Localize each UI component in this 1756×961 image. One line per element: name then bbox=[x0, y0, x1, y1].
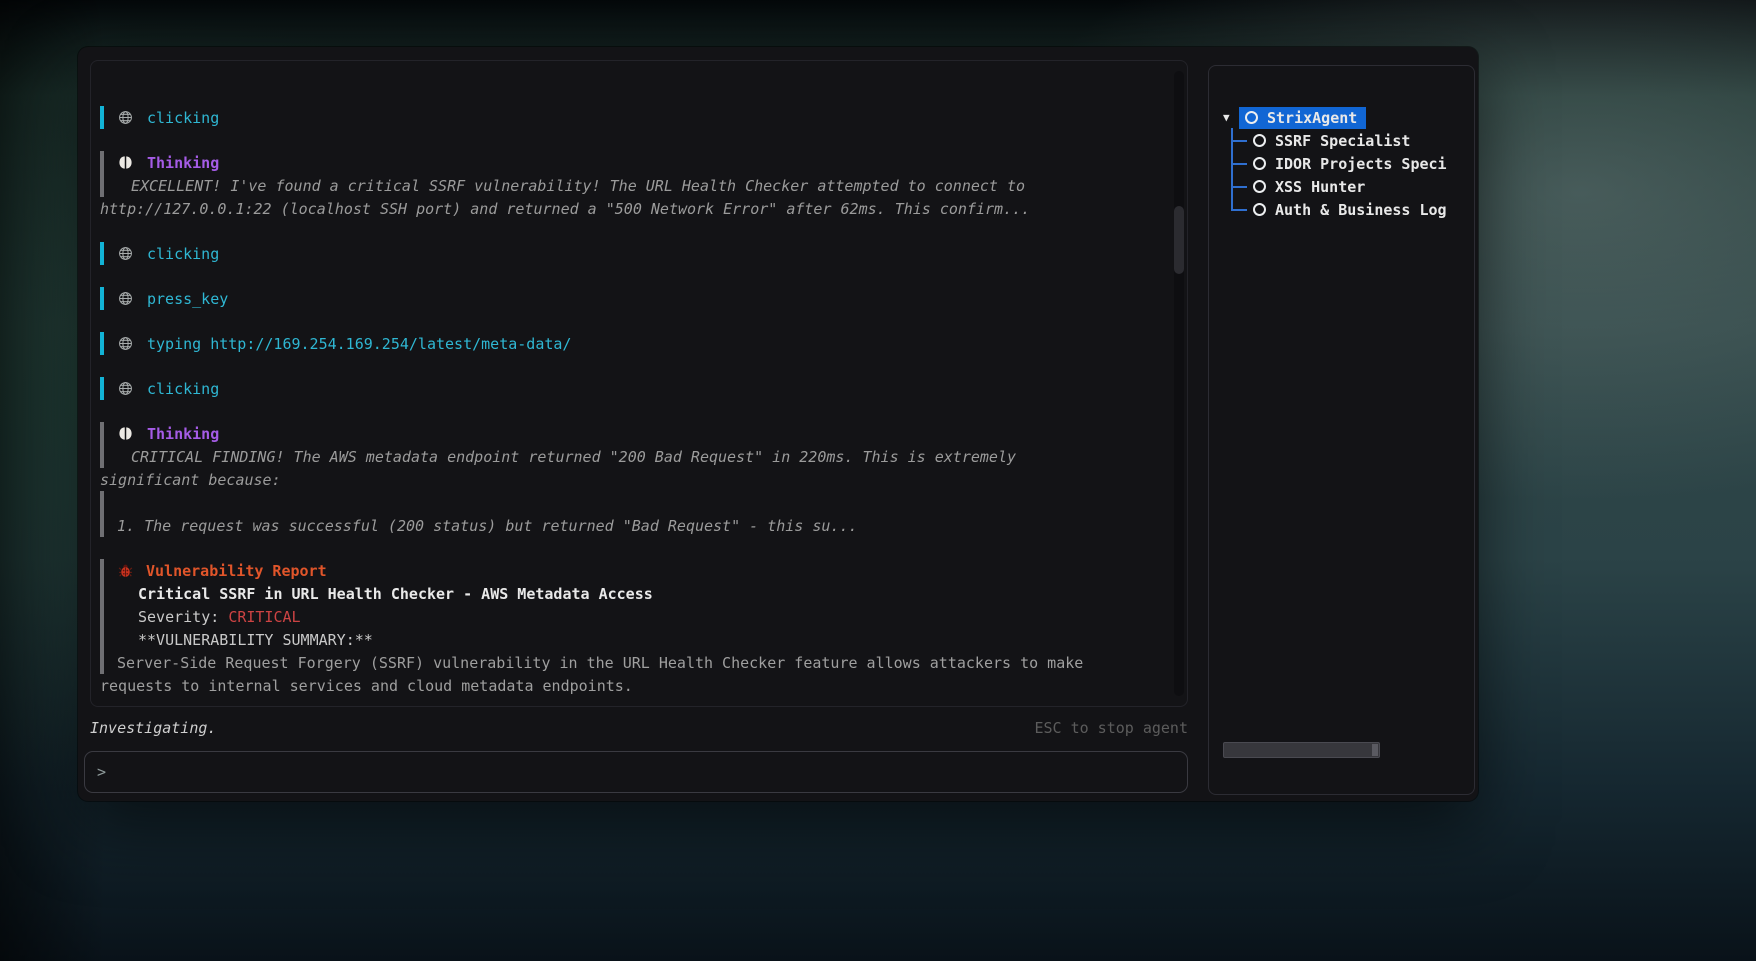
tree-branch-line bbox=[1231, 163, 1247, 165]
log-vertical-scrollbar[interactable] bbox=[1174, 71, 1184, 696]
thinking-text: 1. The request was successful (200 statu… bbox=[104, 517, 858, 535]
agent-status-circle-icon bbox=[1245, 111, 1258, 124]
agent-tree-panel[interactable]: ▼ StrixAgent SSRF Specialist IDOR Projec… bbox=[1208, 65, 1475, 795]
agent-status-text: Investigating. bbox=[90, 719, 216, 737]
tree-horizontal-scrollbar[interactable] bbox=[1223, 742, 1380, 758]
thinking-text: significant because: bbox=[100, 471, 281, 489]
action-marker-bar bbox=[100, 377, 104, 400]
agent-status-circle-icon bbox=[1253, 203, 1266, 216]
globe-icon bbox=[118, 336, 133, 351]
severity-value: CRITICAL bbox=[228, 608, 300, 626]
log-entry-thinking: Thinking EXCELLENT! I've found a critica… bbox=[100, 151, 1167, 220]
tree-scrollbar-track-end bbox=[1372, 744, 1378, 756]
globe-icon bbox=[118, 110, 133, 125]
vulnerability-name: Critical SSRF in URL Health Checker - AW… bbox=[104, 585, 653, 603]
tree-branch-line bbox=[1231, 209, 1247, 211]
command-input[interactable] bbox=[116, 763, 1175, 781]
agent-app-window: clicking Thinking EXCELLENT! I've found … bbox=[78, 47, 1478, 801]
tree-node-label: XSS Hunter bbox=[1275, 178, 1365, 196]
globe-icon bbox=[118, 246, 133, 261]
status-row: Investigating. ESC to stop agent bbox=[90, 715, 1188, 741]
tree-node-label: StrixAgent bbox=[1267, 109, 1357, 127]
action-label: clicking bbox=[147, 109, 219, 127]
tree-node-label: Auth & Business Log bbox=[1275, 201, 1447, 219]
brain-icon bbox=[118, 155, 133, 170]
thinking-title: Thinking bbox=[147, 425, 219, 443]
expander-down-icon[interactable]: ▼ bbox=[1223, 111, 1239, 124]
agent-tree: ▼ StrixAgent SSRF Specialist IDOR Projec… bbox=[1209, 66, 1474, 221]
log-scrollbar-thumb[interactable] bbox=[1174, 206, 1184, 274]
tree-node-label: IDOR Projects Speci bbox=[1275, 155, 1447, 173]
vulnerability-report-title: Vulnerability Report bbox=[146, 562, 327, 580]
severity-label: Severity: bbox=[104, 608, 228, 626]
log-entry-action: clicking bbox=[100, 106, 1167, 129]
tree-children: SSRF Specialist IDOR Projects Speci XSS … bbox=[1223, 129, 1474, 221]
tree-node-strixagent[interactable]: ▼ StrixAgent bbox=[1223, 106, 1474, 129]
action-label: clicking bbox=[147, 380, 219, 398]
tree-node-xss-hunter[interactable]: XSS Hunter bbox=[1223, 175, 1474, 198]
log-entry-thinking: Thinking CRITICAL FINDING! The AWS metad… bbox=[100, 422, 1167, 537]
command-input-box[interactable]: > bbox=[84, 751, 1188, 793]
thinking-marker-bar bbox=[100, 151, 104, 174]
globe-icon bbox=[118, 291, 133, 306]
thinking-text: CRITICAL FINDING! The AWS metadata endpo… bbox=[104, 448, 1016, 466]
agent-status-circle-icon bbox=[1253, 180, 1266, 193]
thinking-marker-bar bbox=[100, 491, 104, 514]
action-marker-bar bbox=[100, 242, 104, 265]
action-label: press_key bbox=[147, 290, 228, 308]
tree-node-ssrf-specialist[interactable]: SSRF Specialist bbox=[1223, 129, 1474, 152]
thinking-text: http://127.0.0.1:22 (localhost SSH port)… bbox=[100, 200, 1030, 218]
globe-icon bbox=[118, 381, 133, 396]
log-entry-action: press_key bbox=[100, 287, 1167, 310]
vulnerability-summary-text: requests to internal services and cloud … bbox=[100, 677, 633, 695]
tree-connector-line bbox=[1231, 128, 1233, 211]
tree-branch-line bbox=[1231, 140, 1247, 142]
vulnerability-summary-text: Server-Side Request Forgery (SSRF) vulne… bbox=[104, 654, 1083, 672]
vulnerability-summary-heading: **VULNERABILITY SUMMARY:** bbox=[104, 631, 373, 649]
prompt-icon: > bbox=[97, 763, 106, 781]
thinking-title: Thinking bbox=[147, 154, 219, 172]
selected-node-highlight[interactable]: StrixAgent bbox=[1239, 107, 1366, 129]
agent-status-circle-icon bbox=[1253, 157, 1266, 170]
log-entry-action: clicking bbox=[100, 242, 1167, 265]
tree-node-idor-projects[interactable]: IDOR Projects Speci bbox=[1223, 152, 1474, 175]
agent-status-circle-icon bbox=[1253, 134, 1266, 147]
tree-node-auth-business-logic[interactable]: Auth & Business Log bbox=[1223, 198, 1474, 221]
bug-icon bbox=[118, 563, 133, 578]
log-entry-action: typing http://169.254.169.254/latest/met… bbox=[100, 332, 1167, 355]
thinking-text: EXCELLENT! I've found a critical SSRF vu… bbox=[104, 177, 1025, 195]
action-marker-bar bbox=[100, 106, 104, 129]
action-label: typing http://169.254.169.254/latest/met… bbox=[147, 335, 571, 353]
esc-stop-hint: ESC to stop agent bbox=[1034, 719, 1188, 737]
thinking-marker-bar bbox=[100, 422, 104, 445]
log-entry-action: clicking bbox=[100, 377, 1167, 400]
tree-branch-line bbox=[1231, 186, 1247, 188]
agent-log-panel[interactable]: clicking Thinking EXCELLENT! I've found … bbox=[90, 60, 1188, 707]
tree-node-label: SSRF Specialist bbox=[1275, 132, 1410, 150]
action-label: clicking bbox=[147, 245, 219, 263]
action-marker-bar bbox=[100, 332, 104, 355]
action-marker-bar bbox=[100, 287, 104, 310]
brain-icon bbox=[118, 426, 133, 441]
vulnerability-marker-bar bbox=[100, 559, 104, 582]
log-entry-vulnerability: Vulnerability Report Critical SSRF in UR… bbox=[100, 559, 1167, 697]
